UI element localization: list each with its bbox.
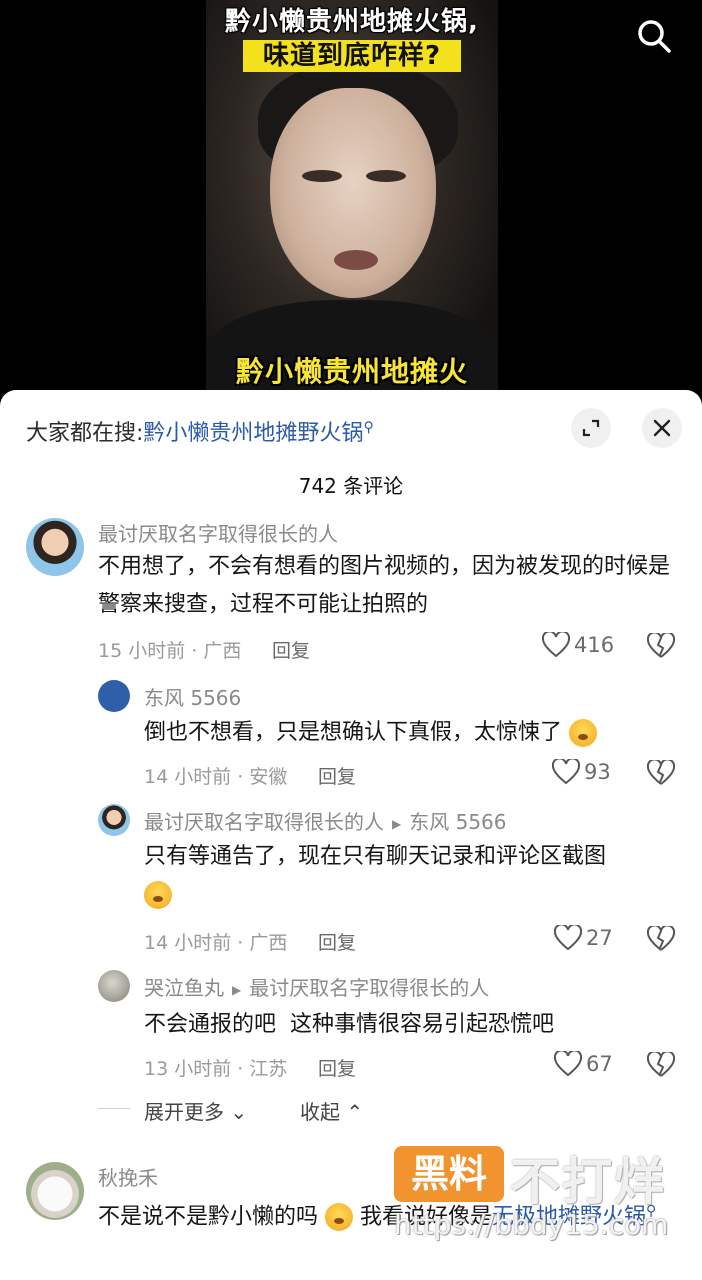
comment-time-location: 13 小时前 · 江苏: [144, 1058, 288, 1080]
video-player[interactable]: 黔小懒贵州地摊火锅, 味道到底咋样? 黔小懒贵州地摊火: [0, 0, 702, 400]
video-subtitle: 黔小懒贵州地摊火: [235, 355, 468, 388]
close-button[interactable]: [642, 408, 682, 448]
expand-icon: [582, 419, 600, 437]
comment-text: 不是说不是黔小懒的吗 我看说好像是无极地摊野火锅⚲: [98, 1192, 678, 1236]
comment-text-part2: 我看说好像是: [360, 1204, 493, 1230]
dislike-button[interactable]: [646, 1050, 676, 1082]
like-count: 27: [586, 926, 613, 950]
reply-target[interactable]: 最讨厌取名字取得很长的人: [249, 976, 489, 1000]
comment-text-part1: 不是说不是黔小懒的吗: [98, 1204, 319, 1230]
like-count: 93: [584, 760, 611, 784]
comment-username[interactable]: 最讨厌取名字取得很长的人: [98, 518, 338, 547]
dislike-button[interactable]: [646, 758, 676, 790]
shocked-emoji-icon: [325, 1203, 354, 1232]
like-count: 67: [586, 1052, 613, 1076]
reply-button[interactable]: 回复: [318, 1054, 356, 1081]
reply-button[interactable]: 回复: [318, 928, 356, 955]
reply-item: 东风 5566 倒也不想看，只是想确认下真假，太惊悚了 14 小时前 · 安徽 …: [0, 676, 702, 789]
video-person-eye: [302, 170, 342, 182]
comment-username[interactable]: 东风 5566: [144, 682, 241, 711]
reply-item: 最讨厌取名字取得很长的人 ▶ 东风 5566 只有等通告了，现在只有聊天记录和评论区…: [0, 802, 702, 962]
comment-text: 不会通报的吧 这种事情很容易引起恐慌吧: [144, 1012, 554, 1037]
divider: [98, 1108, 130, 1109]
video-person-mouth: [334, 250, 378, 270]
search-small-icon: ⚲: [646, 1203, 657, 1219]
like-button[interactable]: 416: [542, 632, 614, 658]
expand-more-button[interactable]: 展开更多 ⌄: [144, 1096, 247, 1125]
comment-sheet: 大家都在搜:黔小懒贵州地摊野火锅⚲ 742 条评论 最讨厌取名字取得很长的人 不…: [0, 390, 702, 1280]
reply-author[interactable]: 哭泣鱼丸: [144, 976, 224, 1000]
comment-time-location: 15 小时前 · 广西: [98, 640, 242, 662]
like-count: 416: [574, 633, 615, 657]
dislike-button[interactable]: [646, 631, 676, 663]
comment-text: 倒也不想看，只是想确认下真假，太惊悚了: [144, 714, 674, 752]
comment-time-location: 14 小时前 · 广西: [144, 932, 288, 954]
crying-emoji-icon: [144, 881, 172, 909]
video-title-line1: 黔小懒贵州地摊火锅,: [225, 7, 479, 37]
comment-time-location: 14 小时前 · 安徽: [144, 766, 288, 788]
search-suggestion-prefix: 大家都在搜:: [26, 421, 144, 446]
broken-heart-icon: [646, 1050, 676, 1077]
broken-heart-icon: [646, 758, 676, 785]
comment-username[interactable]: 最讨厌取名字取得很长的人 ▶ 东风 5566: [144, 806, 507, 835]
broken-heart-icon: [646, 924, 676, 951]
comment-item: 秋挽禾 不是说不是黔小懒的吗 我看说好像是无极地摊野火锅⚲: [0, 1160, 702, 1280]
heart-icon: [552, 759, 580, 785]
like-button[interactable]: 93: [552, 759, 611, 785]
expand-button[interactable]: [571, 408, 611, 448]
chevron-up-icon: ⌃: [346, 1100, 364, 1124]
heart-icon: [554, 1051, 582, 1077]
avatar[interactable]: [98, 970, 130, 1002]
comment-count: 742 条评论: [298, 474, 404, 498]
comment-username[interactable]: 哭泣鱼丸 ▶ 最讨厌取名字取得很长的人: [144, 972, 489, 1001]
broken-heart-icon: [646, 631, 676, 658]
search-suggestion[interactable]: 大家都在搜:黔小懒贵州地摊野火锅⚲: [26, 415, 374, 447]
comment-username[interactable]: 秋挽禾: [98, 1162, 158, 1191]
dislike-button[interactable]: [646, 924, 676, 956]
expand-more-label: 展开更多: [144, 1100, 224, 1124]
comment-sheet-header: 大家都在搜:黔小懒贵州地摊野火锅⚲: [0, 390, 702, 470]
reply-arrow-icon: ▶: [232, 982, 242, 997]
search-icon: [638, 20, 671, 53]
comment-text-content: 倒也不想看，只是想确认下真假，太惊悚了: [144, 720, 563, 745]
like-button[interactable]: 27: [554, 925, 613, 951]
reply-button[interactable]: 回复: [318, 762, 356, 789]
video-title: 黔小懒贵州地摊火锅, 味道到底咋样?: [206, 6, 498, 72]
comment-text-content: 只有等通告了，现在只有聊天记录和评论区截图: [144, 844, 607, 869]
avatar[interactable]: [98, 680, 130, 712]
reply-item: 哭泣鱼丸 ▶ 最讨厌取名字取得很长的人 不会通报的吧 这种事情很容易引起恐慌吧 13…: [0, 968, 702, 1081]
avatar[interactable]: [26, 1162, 84, 1220]
video-title-line2: 味道到底咋样?: [242, 40, 462, 72]
reply-target[interactable]: 东风 5566: [409, 810, 506, 834]
chevron-down-icon: ⌄: [230, 1100, 248, 1124]
heart-icon: [542, 632, 570, 658]
avatar[interactable]: [98, 804, 130, 836]
comment-text: 不用想了，不会有想看的图片视频的，因为被发现的时候是警察来搜查，过程不可能让拍照…: [98, 554, 671, 617]
like-button[interactable]: 67: [554, 1051, 613, 1077]
reply-author[interactable]: 最讨厌取名字取得很长的人: [144, 810, 384, 834]
comment-text: 只有等通告了，现在只有聊天记录和评论区截图: [144, 838, 664, 914]
replies-controls: 展开更多 ⌄ 收起 ⌃: [0, 1090, 702, 1126]
comment-search-link[interactable]: 无极地摊野火锅: [492, 1204, 646, 1229]
collapse-button[interactable]: 收起 ⌃: [300, 1096, 363, 1125]
close-icon: [653, 419, 671, 437]
reply-button[interactable]: 回复: [272, 636, 310, 663]
collapse-label: 收起: [300, 1100, 340, 1124]
search-small-icon: ⚲: [363, 419, 374, 436]
search-suggestion-keyword[interactable]: 黔小懒贵州地摊野火锅: [143, 421, 363, 446]
comment-item: 最讨厌取名字取得很长的人 不用想了，不会有想看的图片视频的，因为被发现的时候是警…: [0, 516, 702, 666]
avatar[interactable]: [26, 518, 84, 576]
shocked-emoji-icon: [569, 719, 598, 747]
search-button[interactable]: [630, 12, 678, 60]
video-person-eye: [366, 170, 406, 182]
heart-icon: [554, 925, 582, 951]
reply-arrow-icon: ▶: [392, 816, 402, 831]
